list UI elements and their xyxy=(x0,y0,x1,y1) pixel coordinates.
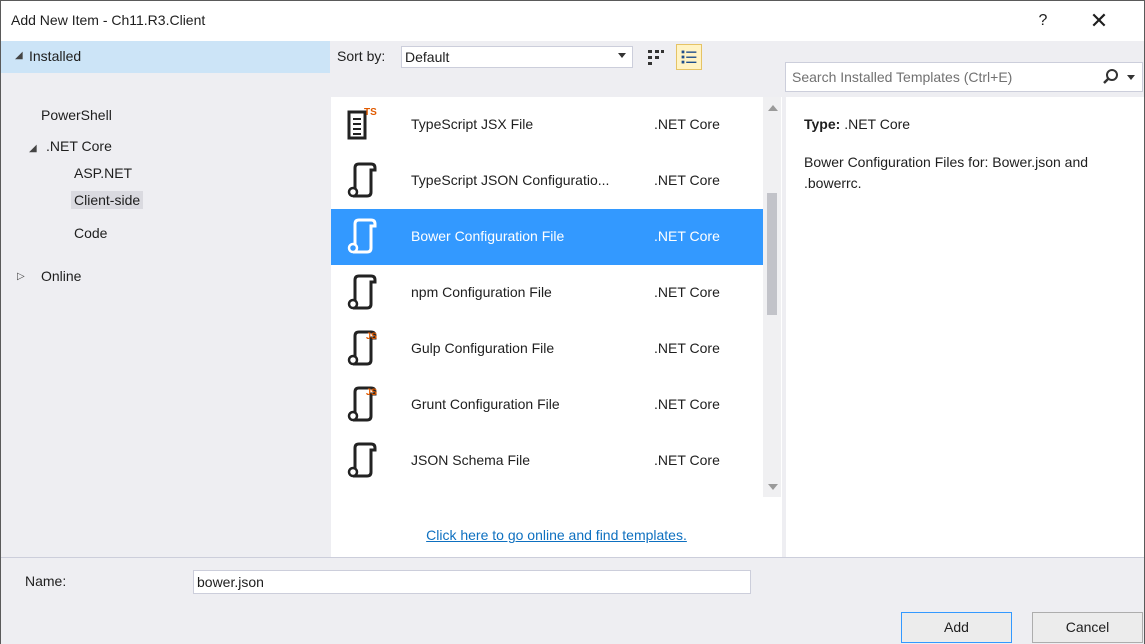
template-name: Grunt Configuration File xyxy=(411,396,560,412)
type-value: .NET Core xyxy=(844,116,911,132)
category-tree: ◢ Installed PowerShell ◢ .NET Core ASP.N… xyxy=(1,41,330,557)
type-label: Type: xyxy=(804,116,841,132)
svg-text:TS: TS xyxy=(364,107,377,118)
template-list-scrollbar[interactable] xyxy=(763,97,781,497)
name-value: bower.json xyxy=(197,574,264,590)
window-title: Add New Item - Ch11.R3.Client xyxy=(11,12,206,28)
search-installed-templates-input[interactable]: Search Installed Templates (Ctrl+E) xyxy=(785,62,1143,92)
online-templates-link[interactable]: Click here to go online and find templat… xyxy=(331,527,782,543)
search-options-chevron-icon[interactable] xyxy=(1127,75,1135,80)
expanded-triangle-icon[interactable]: ◢ xyxy=(29,143,37,154)
name-label: Name: xyxy=(25,573,67,589)
svg-text:JS: JS xyxy=(366,387,377,397)
template-category: .NET Core xyxy=(654,228,720,244)
npm-config-icon xyxy=(345,274,379,312)
json-config-icon xyxy=(345,162,379,200)
grunt-js-config-icon: JS xyxy=(345,386,379,424)
sort-by-value: Default xyxy=(405,49,450,65)
svg-text:JS: JS xyxy=(366,331,377,341)
template-name: JSON Schema File xyxy=(411,452,531,468)
add-button[interactable]: Add xyxy=(901,612,1012,643)
tree-item-aspnet[interactable]: ASP.NET xyxy=(74,165,132,181)
template-list: TS TypeScript JSX File .NET Core TypeScript… xyxy=(331,97,782,557)
sort-by-dropdown[interactable]: Default xyxy=(401,46,633,68)
template-name: Bower Configuration File xyxy=(411,228,565,244)
json-schema-icon xyxy=(345,442,379,480)
scrollbar-thumb[interactable] xyxy=(767,193,777,315)
close-button[interactable]: ✕ xyxy=(1082,7,1116,35)
template-row[interactable]: JS Gulp Configuration File .NET Core xyxy=(331,321,763,377)
bower-config-icon xyxy=(345,218,379,256)
tree-item-client-side[interactable]: Client-side xyxy=(71,191,144,209)
tree-item-installed-label: Installed xyxy=(29,48,82,64)
cancel-button[interactable]: Cancel xyxy=(1032,612,1143,643)
template-name: TypeScript JSX File xyxy=(411,116,534,132)
template-type-line: Type: .NET Core xyxy=(804,116,910,132)
chevron-down-icon xyxy=(618,53,626,58)
search-icon[interactable] xyxy=(1102,68,1120,86)
dialog-footer: Name: bower.json Add Cancel xyxy=(1,557,1144,644)
typescript-jsx-file-icon: TS xyxy=(345,106,379,144)
template-category: .NET Core xyxy=(654,396,720,412)
template-name: npm Configuration File xyxy=(411,284,552,300)
scroll-up-icon[interactable] xyxy=(768,105,778,111)
add-new-item-dialog: Add New Item - Ch11.R3.Client ? ✕ ◢ Inst… xyxy=(0,0,1145,644)
template-category: .NET Core xyxy=(654,340,720,356)
tree-item-online[interactable]: Online xyxy=(41,268,81,284)
template-category: .NET Core xyxy=(654,172,720,188)
name-field[interactable]: bower.json xyxy=(193,570,751,594)
expanded-triangle-icon: ◢ xyxy=(15,50,23,61)
scroll-down-icon[interactable] xyxy=(768,484,778,490)
gulp-js-config-icon: JS xyxy=(345,330,379,368)
sort-toolbar: Sort by: Default xyxy=(331,41,781,73)
template-category: .NET Core xyxy=(654,116,720,132)
template-row[interactable]: JS Grunt Configuration File .NET Core xyxy=(331,377,763,433)
template-details-pane: Type: .NET Core Bower Configuration File… xyxy=(786,97,1144,557)
template-description: Bower Configuration Files for: Bower.jso… xyxy=(804,154,1089,191)
tree-item-net-core[interactable]: .NET Core xyxy=(46,138,112,154)
tree-item-installed[interactable]: ◢ Installed xyxy=(1,41,330,73)
sort-by-label: Sort by: xyxy=(337,48,386,64)
template-row[interactable]: TypeScript JSON Configuratio... .NET Core xyxy=(331,153,763,209)
list-view-icon[interactable] xyxy=(676,44,702,70)
collapsed-triangle-icon[interactable]: ▷ xyxy=(17,271,25,282)
template-row[interactable]: TS TypeScript JSX File .NET Core xyxy=(331,97,763,153)
template-row[interactable]: npm Configuration File .NET Core xyxy=(331,265,763,321)
title-bar: Add New Item - Ch11.R3.Client ? ✕ xyxy=(1,1,1144,41)
template-name: TypeScript JSON Configuratio... xyxy=(411,172,610,188)
template-category: .NET Core xyxy=(654,284,720,300)
search-placeholder: Search Installed Templates (Ctrl+E) xyxy=(792,69,1013,85)
template-row[interactable]: Bower Configuration File .NET Core xyxy=(331,209,763,265)
help-button[interactable]: ? xyxy=(1028,7,1058,35)
template-row[interactable]: JSON Schema File .NET Core xyxy=(331,433,763,489)
small-icons-view-icon[interactable] xyxy=(645,47,667,69)
template-category: .NET Core xyxy=(654,452,720,468)
tree-item-code[interactable]: Code xyxy=(74,225,107,241)
tree-item-powershell[interactable]: PowerShell xyxy=(41,107,112,123)
template-name: Gulp Configuration File xyxy=(411,340,555,356)
